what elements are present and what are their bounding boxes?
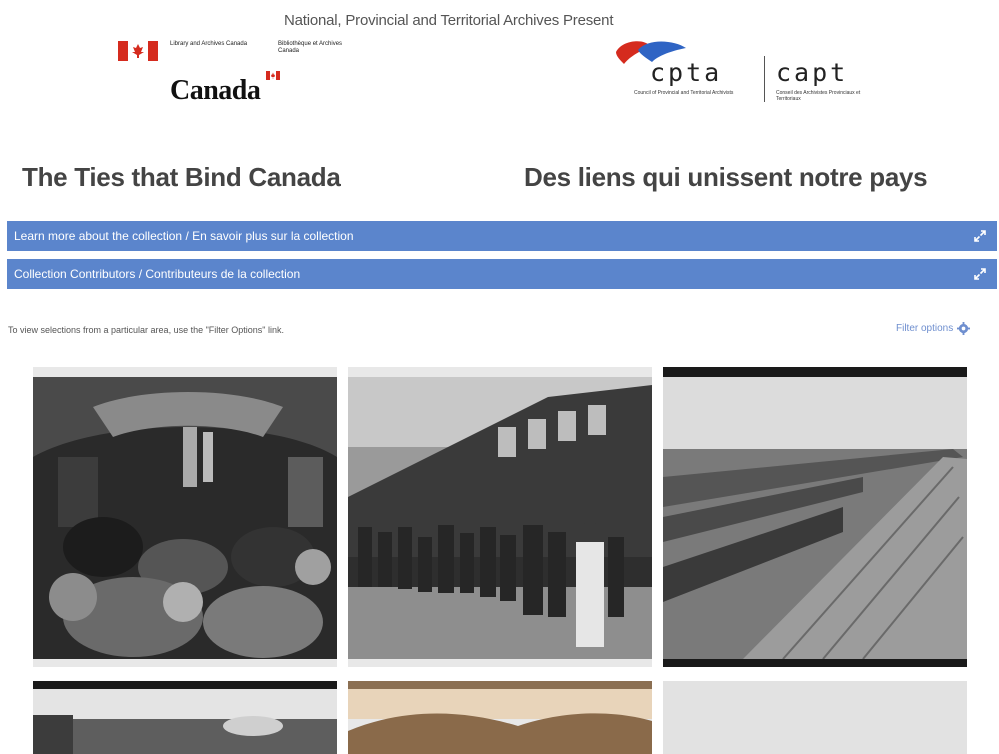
canada-flag-icon [118, 41, 158, 61]
photo-train-rooftops [663, 367, 967, 667]
page-title-english: The Ties that Bind Canada [22, 162, 341, 192]
photo-sepia-hills [348, 681, 652, 754]
cpta-subtitle-en: Council of Provincial and Territorial Ar… [634, 90, 734, 96]
accordion-contributors[interactable]: Collection Contributors / Contributeurs … [7, 259, 997, 289]
cpta-acronym: cpta [650, 58, 723, 87]
site-header: National, Provincial and Territorial Arc… [0, 0, 999, 125]
photo-blank [663, 681, 967, 754]
cpta-divider [764, 56, 765, 102]
capt-acronym: capt [776, 58, 849, 87]
gallery-photo-sepia-hills[interactable] [348, 681, 652, 754]
photo-landscape [33, 681, 337, 754]
wordmark-flag-icon [266, 71, 280, 80]
gallery-photo-train-rooftops[interactable] [663, 367, 967, 667]
lac-french-name: Bibliothèque et Archives Canada [278, 41, 343, 54]
page-title-french: Des liens qui unissent notre pays [524, 162, 928, 192]
photo-railway-car-interior [33, 377, 337, 659]
cpta-logo[interactable]: cpta capt Council of Provincial and Terr… [614, 38, 914, 110]
accordion-learn-more[interactable]: Learn more about the collection / En sav… [7, 221, 997, 251]
filter-instructions: To view selections from a particular are… [8, 325, 285, 335]
expand-icon [974, 268, 986, 280]
lac-english-name: Library and Archives Canada [170, 41, 248, 47]
filter-options-link[interactable]: Filter options [896, 322, 971, 335]
gear-icon [957, 322, 971, 335]
gallery-photo-group-beside-train[interactable] [348, 367, 652, 667]
expand-icon [974, 230, 986, 242]
gallery-photo-railway-car-interior[interactable] [33, 367, 337, 667]
accordion-learn-more-label: Learn more about the collection / En sav… [14, 229, 354, 243]
present-heading: National, Provincial and Territorial Arc… [284, 12, 614, 29]
gallery-photo-landscape[interactable] [33, 681, 337, 754]
accordion-contributors-label: Collection Contributors / Contributeurs … [14, 267, 301, 281]
lac-logo[interactable]: Library and Archives Canada Bibliothèque… [118, 40, 342, 110]
filter-options-label: Filter options [896, 323, 954, 334]
gallery-photo-blank[interactable] [663, 681, 967, 754]
photo-group-beside-train [348, 377, 652, 659]
canada-wordmark: Canada [170, 75, 261, 106]
cpta-subtitle-fr: Conseil des Archivistes Provinciaux et T… [776, 90, 861, 102]
